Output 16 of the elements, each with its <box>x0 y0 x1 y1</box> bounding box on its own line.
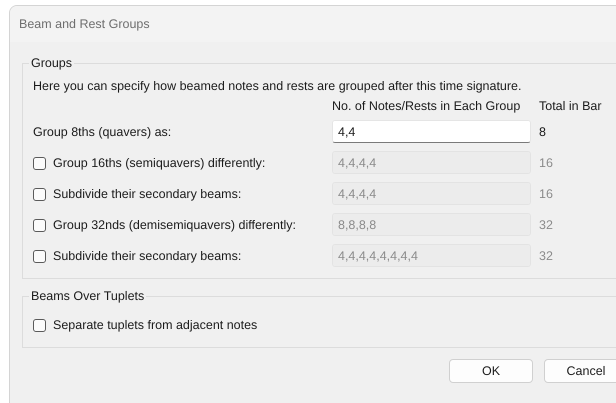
total-value: 16 <box>538 186 554 203</box>
column-header: Total in Bar <box>538 99 603 113</box>
total-value: 16 <box>538 155 554 172</box>
input-field[interactable]: 4,4 <box>332 120 531 143</box>
group-heading: Groups <box>30 56 73 70</box>
checkbox-label[interactable]: Separate tuplets from adjacent notes <box>53 318 258 332</box>
dialog-button[interactable]: Cancel <box>544 359 616 383</box>
field-label: Group 8ths (quavers) as: <box>33 125 172 139</box>
total-value: 8 <box>538 124 547 141</box>
dialog-button[interactable]: OK <box>449 359 533 383</box>
total-value: 32 <box>538 217 554 234</box>
column-header: No. of Notes/Rests in Each Group <box>332 99 522 113</box>
group-heading: Beams Over Tuplets <box>30 289 146 303</box>
checkbox[interactable] <box>33 318 46 332</box>
description: Here you can specify how beamed notes and rests are grouped after this time signature. <box>33 79 522 93</box>
total-value: 32 <box>538 248 554 265</box>
